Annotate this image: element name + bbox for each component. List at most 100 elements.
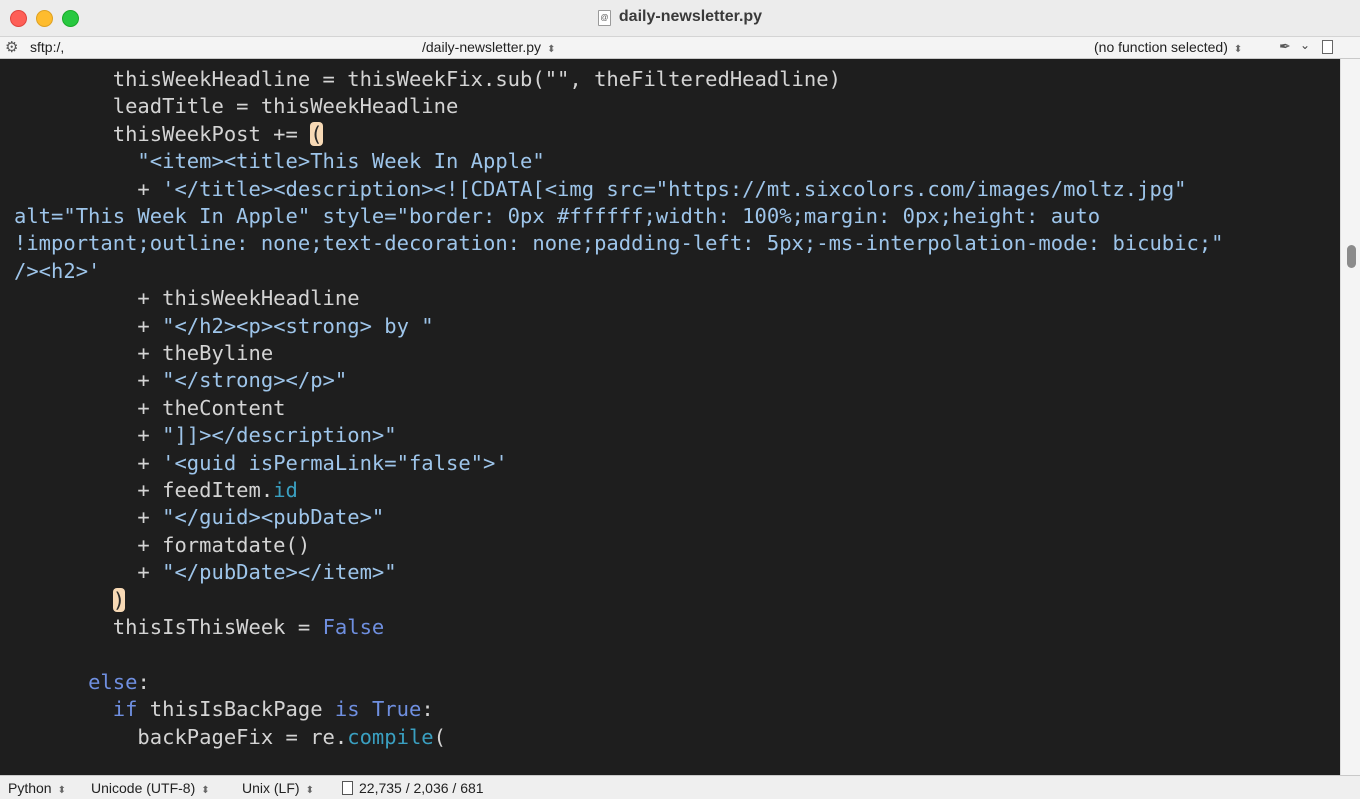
- code-token: "]]></description>": [162, 423, 397, 448]
- language-menu[interactable]: Python ⬍: [8, 780, 66, 796]
- code-token: + theContent: [14, 395, 286, 420]
- code-token: "</strong></p>": [162, 368, 348, 393]
- code-line[interactable]: + "</guid><pubDate>": [14, 504, 384, 531]
- code-token: '<guid isPermaLink="false">': [162, 450, 508, 475]
- code-token: + formatdate(): [14, 532, 311, 557]
- code-line[interactable]: + formatdate(): [14, 532, 310, 559]
- document-stats[interactable]: 22,735 / 2,036 / 681: [342, 780, 484, 796]
- file-path-menu[interactable]: sftp:/,: [30, 39, 64, 55]
- navigation-bar: ⚙ sftp:/, /daily-newsletter.py ⬍ (no func…: [0, 37, 1360, 59]
- chevron-down-icon[interactable]: ⌄: [1300, 38, 1310, 52]
- code-token: alt="This Week In Apple" style="border: …: [14, 204, 1101, 228]
- code-token: "</h2><p><strong> by ": [162, 313, 434, 338]
- code-token: "</guid><pubDate>": [162, 505, 385, 530]
- code-token: !important;outline: none;text-decoration…: [14, 231, 1224, 256]
- function-menu-label: (no function selected): [1094, 39, 1228, 55]
- window-title-text: daily-newsletter.py: [618, 8, 763, 25]
- code-line[interactable]: if thisIsBackPage is True:: [14, 696, 434, 723]
- code-token: +: [14, 176, 163, 201]
- pin-icon[interactable]: ✒: [1279, 38, 1291, 55]
- code-token: is: [334, 697, 360, 722]
- file-menu-label: /daily-newsletter.py: [422, 39, 542, 55]
- code-token: "<item><title>This Week In Apple": [137, 149, 545, 174]
- document-icon: [342, 781, 353, 795]
- code-token: + feedItem.: [14, 478, 274, 502]
- code-editor[interactable]: thisWeekHeadline = thisWeekFix.sub("", t…: [0, 59, 1340, 775]
- code-token: +: [14, 560, 163, 585]
- code-token: else: [88, 669, 138, 694]
- updown-icon: ⬍: [201, 785, 210, 796]
- code-token: thisWeekPost +=: [14, 121, 311, 146]
- code-token: "</pubDate></item>": [162, 560, 397, 585]
- matched-bracket: (: [310, 121, 323, 146]
- code-token: +: [14, 450, 163, 475]
- code-token: False: [322, 615, 385, 639]
- updown-icon: ⬍: [1233, 44, 1243, 55]
- window-title: @ daily-newsletter.py: [0, 8, 1360, 26]
- code-line[interactable]: thisWeekHeadline = thisWeekFix.sub("", t…: [14, 66, 841, 93]
- code-line[interactable]: else:: [14, 669, 150, 696]
- status-bar: Python ⬍ Unicode (UTF-8) ⬍ Unix (LF) ⬍ 22,7…: [0, 775, 1360, 799]
- code-line[interactable]: !important;outline: none;text-decoration…: [14, 230, 1224, 257]
- code-line[interactable]: thisWeekPost += (: [14, 121, 323, 148]
- code-line[interactable]: + "]]></description>": [14, 422, 397, 449]
- code-line[interactable]: + thisWeekHeadline: [14, 285, 360, 312]
- code-token: +: [14, 505, 163, 530]
- language-label: Python: [8, 780, 52, 796]
- code-line[interactable]: /><h2>': [14, 258, 100, 285]
- code-line[interactable]: "<item><title>This Week In Apple": [14, 148, 545, 175]
- code-token: +: [14, 423, 163, 448]
- matched-bracket: ): [112, 587, 126, 612]
- line-endings-menu[interactable]: Unix (LF) ⬍: [242, 780, 314, 796]
- code-line[interactable]: ): [14, 587, 126, 614]
- document-icon[interactable]: [1322, 40, 1333, 54]
- document-stats-label: 22,735 / 2,036 / 681: [359, 780, 484, 796]
- encoding-menu[interactable]: Unicode (UTF-8) ⬍: [91, 780, 210, 796]
- code-line[interactable]: + theByline: [14, 340, 273, 367]
- code-line[interactable]: + feedItem.id: [14, 477, 298, 504]
- code-token: backPageFix = re.: [14, 724, 348, 749]
- code-token: + thisWeekHeadline: [14, 286, 360, 311]
- code-token: thisIsBackPage: [137, 697, 335, 722]
- updown-icon: ⬍: [57, 785, 66, 796]
- scrollbar-thumb[interactable]: [1347, 245, 1356, 268]
- code-token: +: [14, 313, 163, 338]
- code-line[interactable]: + "</h2><p><strong> by ": [14, 313, 434, 340]
- code-token: leadTitle = thisWeekHeadline: [14, 94, 459, 119]
- code-line[interactable]: backPageFix = re.compile(: [14, 724, 446, 751]
- document-icon: @: [597, 10, 611, 26]
- updown-icon: ⬍: [305, 785, 314, 796]
- code-line[interactable]: + "</strong></p>": [14, 367, 347, 394]
- vertical-scrollbar[interactable]: [1340, 59, 1360, 775]
- code-token: if: [112, 697, 138, 722]
- code-token: True: [371, 697, 422, 722]
- code-token: id: [273, 478, 298, 502]
- code-line[interactable]: + '</title><description><![CDATA[<img sr…: [14, 176, 1187, 203]
- file-menu[interactable]: /daily-newsletter.py ⬍: [422, 39, 555, 55]
- code-line[interactable]: leadTitle = thisWeekHeadline: [14, 93, 459, 120]
- code-line[interactable]: thisIsThisWeek = False: [14, 614, 385, 641]
- code-line[interactable]: + theContent: [14, 395, 286, 422]
- updown-icon: ⬍: [547, 44, 556, 55]
- title-bar: @ daily-newsletter.py: [0, 0, 1360, 37]
- code-token: + theByline: [14, 341, 274, 365]
- code-token: thisIsThisWeek =: [14, 615, 323, 639]
- code-line[interactable]: alt="This Week In Apple" style="border: …: [14, 203, 1100, 230]
- code-token: (: [433, 724, 446, 749]
- code-token: +: [14, 368, 163, 393]
- function-menu[interactable]: (no function selected) ⬍: [1094, 39, 1242, 55]
- code-token: '</title><description><![CDATA[<img src=…: [162, 176, 1187, 201]
- code-line[interactable]: + "</pubDate></item>": [14, 559, 397, 586]
- code-token: compile: [347, 724, 434, 749]
- code-token: thisWeekHeadline = thisWeekFix.sub("", t…: [14, 67, 841, 91]
- line-endings-label: Unix (LF): [242, 780, 300, 796]
- gear-icon[interactable]: ⚙: [5, 38, 18, 56]
- code-token: :: [137, 669, 150, 694]
- encoding-label: Unicode (UTF-8): [91, 780, 196, 796]
- code-line[interactable]: + '<guid isPermaLink="false">': [14, 450, 508, 477]
